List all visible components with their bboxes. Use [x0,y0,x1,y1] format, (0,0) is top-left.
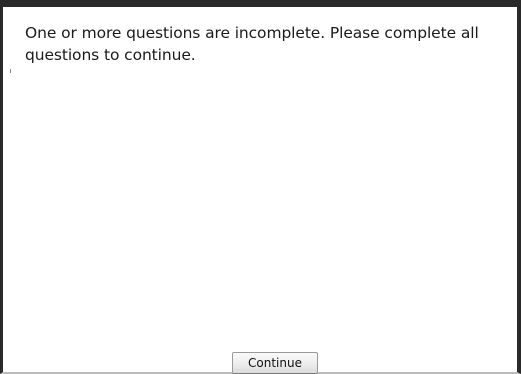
border-mark [10,69,11,73]
incomplete-questions-dialog: One or more questions are incomplete. Pl… [0,0,521,374]
dialog-message: One or more questions are incomplete. Pl… [25,24,479,64]
continue-button[interactable]: Continue [232,352,318,374]
